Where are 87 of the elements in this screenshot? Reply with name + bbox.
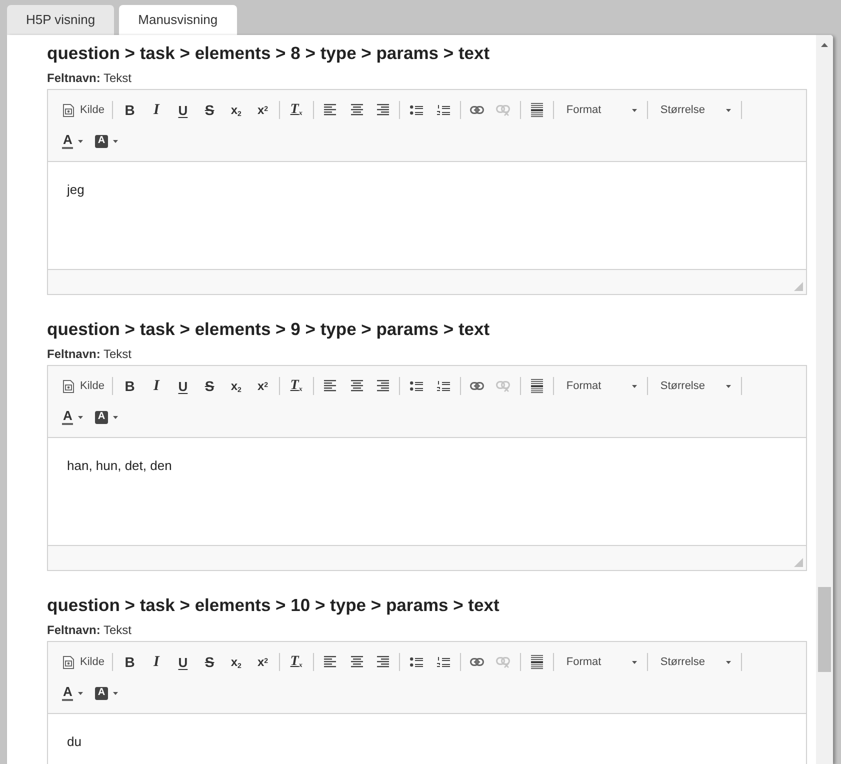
caret-icon [78,416,84,418]
field-heading: question > task > elements > 10 > type > params > text [47,594,500,617]
format-dropdown[interactable]: Format [557,98,644,122]
bold-button[interactable]: B [116,374,144,398]
field-heading: question > task > elements > 8 > type > params > text [47,42,491,65]
align-left-icon [324,104,336,116]
format-dropdown[interactable]: Format [557,374,644,398]
superscript-button[interactable]: x$^{2}$ [249,374,276,398]
align-right-icon [377,380,390,392]
bulleted-list-icon [410,657,424,667]
align-left-icon [324,656,336,668]
underline-button[interactable]: U [170,98,196,122]
align-left-icon [324,380,336,392]
caret-icon [632,108,638,112]
text-color-button[interactable]: A [58,129,91,153]
align-right-icon [377,656,390,668]
italic-button[interactable]: I [143,374,170,398]
remove-format-button[interactable]: T$_{x}$ [283,374,310,398]
resize-handle-icon[interactable] [794,282,803,291]
bulleted-list-icon [410,105,424,115]
field-name-label: Feltnavn: Tekst [47,346,132,362]
background-color-button[interactable]: A [91,129,124,153]
strikethrough-button[interactable]: S [196,374,223,398]
bulleted-list-icon [410,381,424,391]
remove-format-button[interactable]: T$_{x}$ [283,650,310,674]
caret-icon [726,384,732,388]
document-icon [63,104,74,116]
link-icon [470,106,484,114]
background-color-button[interactable]: A [91,681,124,705]
caret-icon [632,660,638,664]
align-center-icon [350,104,363,116]
subscript-button[interactable]: x$_{2}$ [222,650,250,674]
document-icon [63,380,74,392]
caret-icon [726,108,732,112]
subscript-button[interactable]: x$_{2}$ [222,98,250,122]
underline-button[interactable]: U [170,374,196,398]
caret-icon [113,140,118,142]
background-color-button[interactable]: A [91,405,124,429]
document-icon [63,656,74,668]
strikethrough-button[interactable]: S [196,650,223,674]
caret-icon [78,692,84,694]
align-center-icon [350,380,363,392]
source-button[interactable]: Kilde [58,650,110,674]
subscript-button[interactable]: x$_{2}$ [222,374,250,398]
field-heading: question > task > elements > 9 > type > params > text [47,318,491,341]
italic-button[interactable]: I [143,650,170,674]
underline-button[interactable]: U [170,650,196,674]
horizontal-lines-icon [531,103,544,117]
remove-format-button[interactable]: T$_{x}$ [283,98,310,122]
scrollbar-thumb[interactable] [818,587,831,672]
caret-icon [78,140,84,142]
caret-icon [113,416,118,418]
caret-icon [726,660,732,664]
caret-icon [113,692,118,694]
tab[interactable]: H5P visning [7,5,114,35]
superscript-button[interactable]: x$^{2}$ [249,98,276,122]
text-color-button[interactable]: A [58,405,91,429]
strikethrough-button[interactable]: S [196,98,223,122]
scroll-up-arrow-icon[interactable] [821,43,828,47]
horizontal-lines-icon [531,379,544,393]
text-color-button[interactable]: A [58,681,91,705]
align-right-icon [377,104,390,116]
numbered-list-icon [436,105,450,115]
format-dropdown[interactable]: Format [557,650,644,674]
bold-button[interactable]: B [116,98,144,122]
field-name-label: Feltnavn: Tekst [47,622,132,638]
unlink-icon [496,656,510,668]
numbered-list-icon [436,657,450,667]
link-icon [470,382,484,390]
link-icon [470,658,484,666]
size-dropdown[interactable]: Størrelse [651,374,738,398]
unlink-icon [496,380,510,392]
numbered-list-icon [436,381,450,391]
align-center-icon [350,656,363,668]
horizontal-lines-icon [531,655,544,669]
source-button[interactable]: Kilde [58,374,110,398]
size-dropdown[interactable]: Størrelse [651,98,738,122]
field-name-label: Feltnavn: Tekst [47,70,132,86]
unlink-icon [496,104,510,116]
resize-handle-icon[interactable] [794,558,803,567]
tab[interactable]: Manusvisning [119,5,237,35]
bold-button[interactable]: B [116,650,144,674]
italic-button[interactable]: I [143,98,170,122]
source-button[interactable]: Kilde [58,98,110,122]
size-dropdown[interactable]: Størrelse [651,650,738,674]
caret-icon [632,384,638,388]
superscript-button[interactable]: x$^{2}$ [249,650,276,674]
